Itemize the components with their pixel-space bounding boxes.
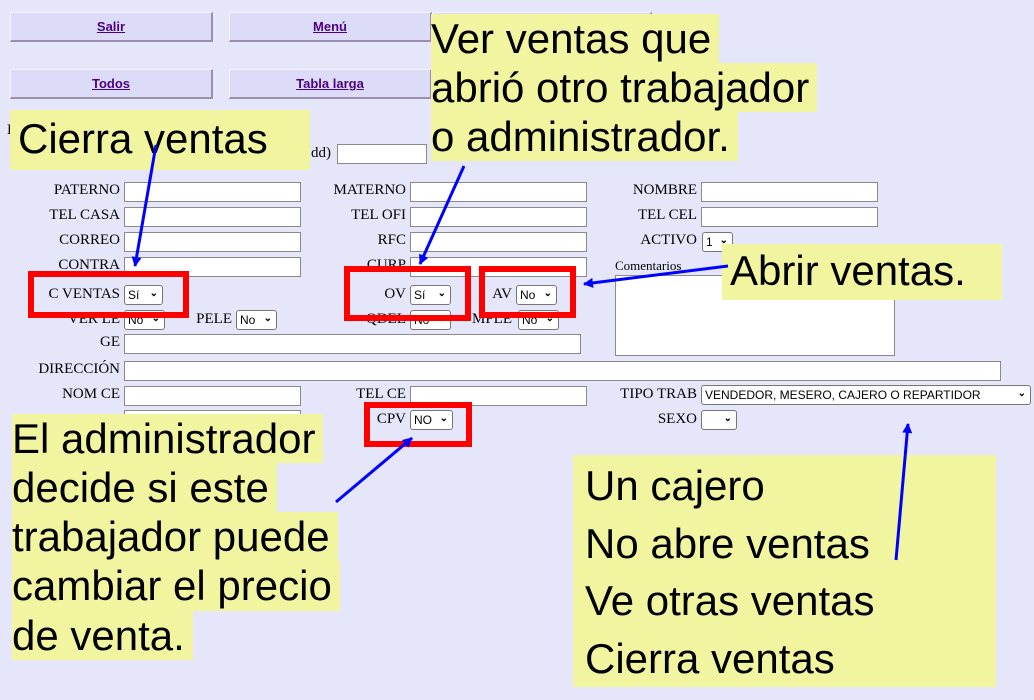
arrow-cajero [894,423,913,561]
arrow-cierra [131,144,158,267]
arrows-overlay [131,144,913,561]
arrow-admin [335,436,413,504]
arrow-abrir [583,264,729,288]
arrow-ver [418,165,466,265]
